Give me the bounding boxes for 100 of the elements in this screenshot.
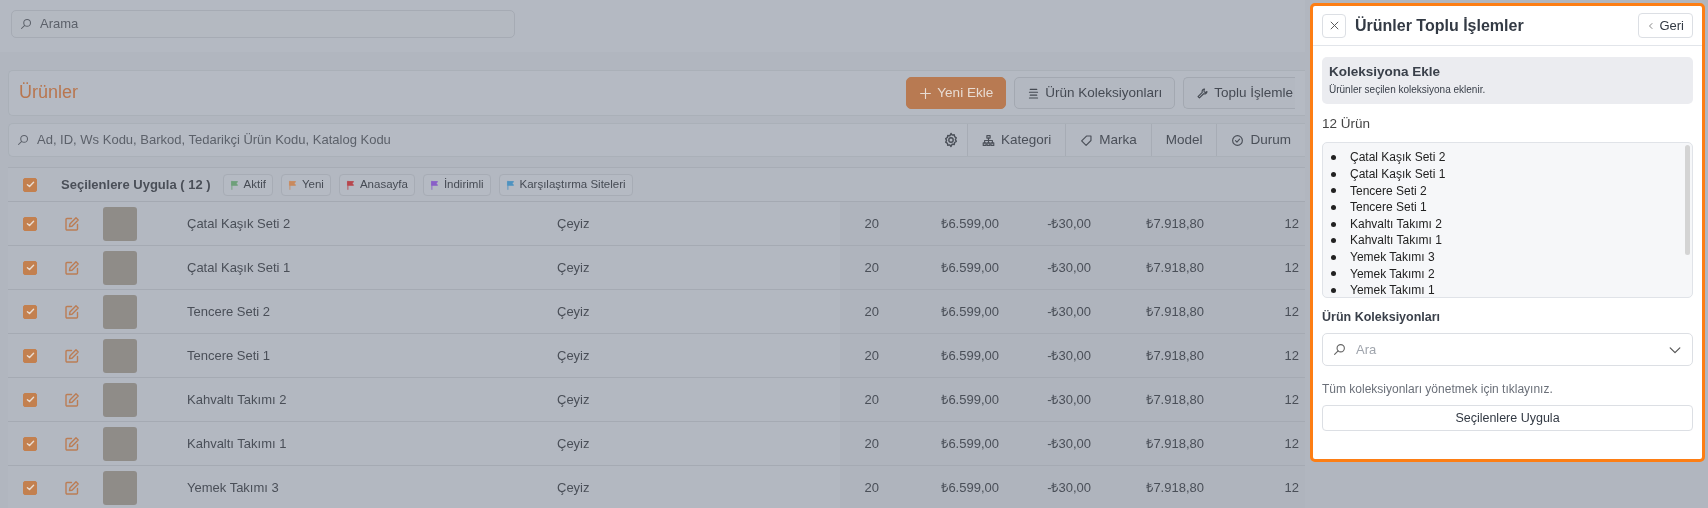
collection-select[interactable]: Ara bbox=[1322, 333, 1693, 367]
product-name: Tencere Seti 2 bbox=[186, 302, 271, 321]
info-title: Koleksiyona Ekle bbox=[1329, 64, 1442, 81]
checkbox[interactable] bbox=[23, 392, 37, 407]
table-cell-text: Çeyiz bbox=[556, 302, 590, 321]
search-input[interactable]: Arama bbox=[38, 13, 506, 35]
photo-placeholder bbox=[103, 426, 137, 461]
check-icon bbox=[24, 218, 36, 229]
chevron-left-icon bbox=[1647, 20, 1656, 31]
tag-icon bbox=[1080, 133, 1094, 147]
table-cell-text: Çeyiz bbox=[556, 346, 590, 365]
tag-button[interactable]: Aktif bbox=[222, 173, 273, 196]
filter-button[interactable]: Kategori bbox=[966, 124, 1066, 156]
page-title: Ürünler bbox=[19, 82, 80, 104]
list-item: Çatal Kaşık Seti 1 bbox=[1350, 166, 1446, 183]
edit-icon[interactable] bbox=[64, 435, 80, 452]
check-circle-icon bbox=[1231, 133, 1245, 147]
bullet-icon bbox=[1331, 271, 1336, 277]
toolbar-button[interactable]: Ürün Koleksiyonları bbox=[1014, 77, 1176, 109]
checkbox[interactable] bbox=[23, 348, 37, 363]
list-item: Kahvaltı Takımı 2 bbox=[1350, 215, 1442, 233]
product-name: Çatal Kaşık Seti 2 bbox=[186, 214, 291, 233]
checkbox[interactable] bbox=[23, 177, 37, 192]
product-name: Kahvaltı Takımı 1 bbox=[186, 434, 287, 453]
toolbar-button[interactable]: Toplu İşlemle bbox=[1183, 77, 1295, 109]
back-button[interactable]: Geri bbox=[1638, 13, 1693, 38]
panel-title: Ürünler Toplu İşlemler bbox=[1355, 15, 1525, 36]
filter-button[interactable]: Marka bbox=[1065, 124, 1151, 156]
check-icon bbox=[24, 262, 36, 273]
product-name: Yemek Takımı 3 bbox=[186, 478, 279, 497]
tag-button[interactable]: İndirimli bbox=[422, 173, 491, 196]
checkbox[interactable] bbox=[23, 480, 37, 495]
table-cell: ₺6.599,00 bbox=[885, 246, 1005, 289]
table-cell: ₺7.918,80 bbox=[1097, 202, 1210, 245]
check-icon bbox=[24, 350, 36, 361]
tag-button[interactable]: Karşılaştırma Siteleri bbox=[498, 173, 633, 196]
bulk-label: Seçilenlere Uygula ( 12 ) bbox=[61, 175, 211, 194]
table-cell: 12 bbox=[1210, 422, 1305, 465]
table-cell: 12 bbox=[1210, 246, 1305, 289]
list-item: Yemek Takımı 1 bbox=[1350, 282, 1435, 298]
table-cell: -₺30,00 bbox=[1005, 422, 1097, 465]
table-cell: 12 bbox=[1210, 202, 1305, 245]
search-field[interactable]: Arama bbox=[11, 10, 515, 38]
table-cell: 20 bbox=[840, 202, 885, 245]
photo-placeholder bbox=[103, 294, 137, 329]
table-cell: 20 bbox=[840, 246, 885, 289]
checkbox[interactable] bbox=[23, 260, 37, 275]
table-cell: ₺7.918,80 bbox=[1097, 246, 1210, 289]
table-cell: -₺30,00 bbox=[1005, 202, 1097, 245]
scrollbar-thumb[interactable] bbox=[1685, 145, 1690, 256]
search-icon bbox=[20, 18, 32, 30]
photo-placeholder bbox=[103, 250, 137, 285]
product-name: Tencere Seti 1 bbox=[186, 346, 271, 365]
bullet-icon bbox=[1331, 221, 1336, 227]
edit-icon[interactable] bbox=[64, 479, 80, 496]
list-item: Tencere Seti 2 bbox=[1350, 182, 1427, 200]
edit-icon[interactable] bbox=[64, 259, 80, 276]
help-link[interactable]: Tüm koleksiyonları yönetmek için tıklayınız. bbox=[1322, 380, 1693, 399]
tag-button[interactable]: Yeni bbox=[280, 173, 331, 196]
table-cell: ₺7.918,80 bbox=[1097, 334, 1210, 377]
table-cell: ₺6.599,00 bbox=[885, 290, 1005, 333]
table-cell: -₺30,00 bbox=[1005, 290, 1097, 333]
list-item: Kahvaltı Takımı 1 bbox=[1350, 232, 1442, 249]
photo-placeholder bbox=[103, 338, 137, 373]
filter-button[interactable]: Model bbox=[1150, 124, 1217, 156]
hierarchy-icon bbox=[981, 133, 995, 147]
filter-button[interactable]: Durum bbox=[1216, 124, 1305, 156]
table-cell: -₺30,00 bbox=[1005, 378, 1097, 421]
table-cell: -₺30,00 bbox=[1005, 334, 1097, 377]
edit-icon[interactable] bbox=[64, 303, 80, 320]
product-name: Kahvaltı Takımı 2 bbox=[186, 390, 287, 409]
list-item: Yemek Takımı 2 bbox=[1350, 265, 1435, 283]
table-cell: 12 bbox=[1210, 334, 1305, 377]
wrench-icon bbox=[1196, 86, 1210, 100]
table-cell: 12 bbox=[1210, 466, 1305, 508]
table-cell: 20 bbox=[840, 466, 885, 508]
edit-icon[interactable] bbox=[64, 347, 80, 364]
filter-search-input[interactable]: Ad, ID, Ws Kodu, Barkod, Tedarikçi Ürün Kodu, Katalog Kodu bbox=[35, 129, 937, 151]
checkbox[interactable] bbox=[23, 304, 37, 319]
table-cell: ₺7.918,80 bbox=[1097, 378, 1210, 421]
checkbox[interactable] bbox=[23, 436, 37, 451]
table-cell: ₺7.918,80 bbox=[1097, 466, 1210, 508]
search-icon bbox=[1333, 343, 1346, 357]
tag-button[interactable]: Anasayfa bbox=[338, 173, 415, 196]
close-button[interactable] bbox=[1322, 13, 1346, 38]
table-cell-text: Çeyiz bbox=[556, 478, 590, 497]
checkbox[interactable] bbox=[23, 216, 37, 231]
check-icon bbox=[24, 482, 36, 493]
add-button[interactable]: Yeni Ekle bbox=[906, 77, 1007, 109]
apply-button[interactable]: Seçilenlere Uygula bbox=[1322, 405, 1693, 432]
product-count: 12 Ürün bbox=[1322, 115, 1372, 134]
bullet-icon bbox=[1331, 171, 1336, 177]
list-item: Tencere Seti 1 bbox=[1350, 199, 1427, 216]
list-icon bbox=[1027, 86, 1041, 100]
bullet-icon bbox=[1331, 155, 1336, 161]
list-item: Çatal Kaşık Seti 2 bbox=[1350, 149, 1446, 167]
edit-icon[interactable] bbox=[64, 215, 80, 232]
table-cell-text: Çeyiz bbox=[556, 214, 590, 233]
edit-icon[interactable] bbox=[64, 391, 80, 408]
table-cell: ₺7.918,80 bbox=[1097, 290, 1210, 333]
